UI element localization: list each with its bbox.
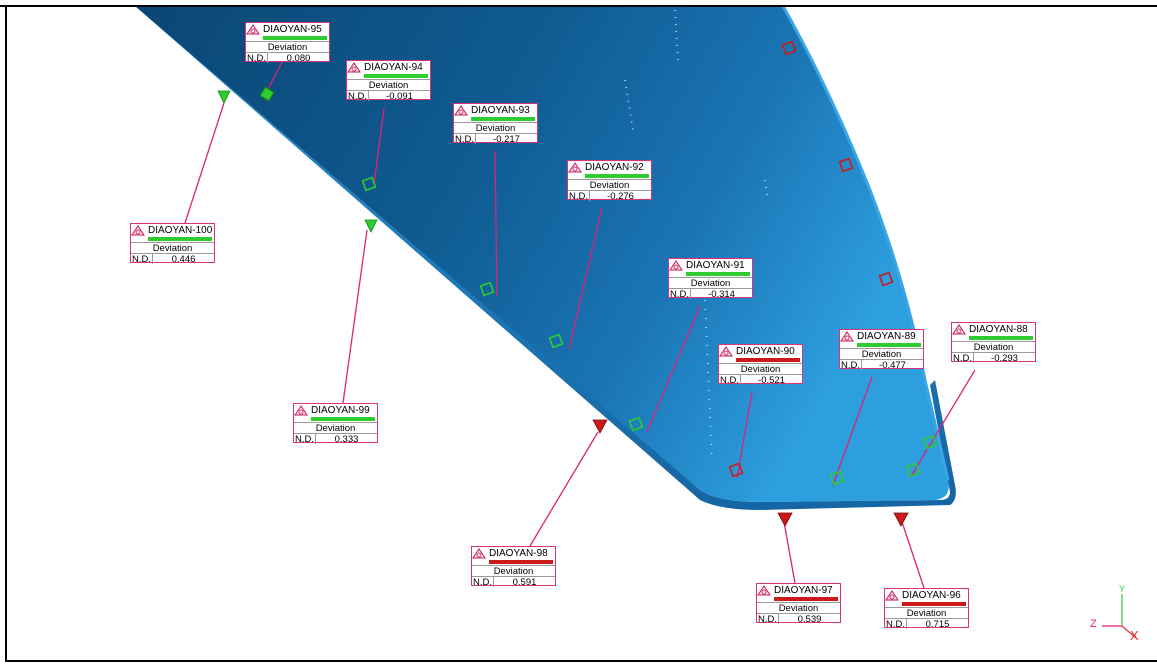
status-bar [364, 74, 428, 78]
axis-z-label: Z [1090, 618, 1097, 630]
measurement-label-diaoyan-97[interactable]: DIAOYAN-97 Deviation N.D. 0.539 [756, 583, 841, 625]
label-id: DIAOYAN-88 [969, 324, 1028, 335]
status-bar [774, 597, 838, 601]
label-id: DIAOYAN-95 [263, 24, 322, 35]
axis-x-label: X [1130, 628, 1139, 643]
measurement-label-diaoyan-89[interactable]: DIAOYAN-89 Deviation N.D. -0.477 [839, 329, 924, 371]
deviation-value: -0.217 [476, 133, 537, 145]
measurement-point-marker[interactable] [893, 512, 909, 527]
deviation-value: -0.293 [974, 352, 1035, 364]
leader-line [342, 229, 368, 404]
deviation-value: -0.477 [862, 359, 923, 371]
status-bar [585, 174, 649, 178]
status-bar [148, 237, 212, 241]
nd-label: N.D. [131, 253, 153, 265]
label-id: DIAOYAN-92 [585, 162, 644, 173]
label-id: DIAOYAN-100 [148, 225, 213, 236]
measurement-point-icon [131, 225, 145, 236]
label-id: DIAOYAN-96 [902, 590, 961, 601]
measurement-label-diaoyan-88[interactable]: DIAOYAN-88 Deviation N.D. -0.293 [951, 322, 1036, 364]
status-bar [857, 343, 921, 347]
nd-label: N.D. [454, 133, 476, 145]
label-id: DIAOYAN-90 [736, 346, 795, 357]
measurement-label-diaoyan-92[interactable]: DIAOYAN-92 Deviation N.D. -0.276 [567, 160, 652, 202]
part-surface [135, 6, 949, 502]
label-id: DIAOYAN-98 [489, 548, 548, 559]
status-bar [263, 36, 327, 40]
nd-label: N.D. [347, 90, 369, 102]
label-id: DIAOYAN-89 [857, 331, 916, 342]
deviation-value: 0.080 [268, 52, 329, 64]
measurement-label-diaoyan-95[interactable]: DIAOYAN-95 Deviation N.D. 0.080 [245, 22, 330, 64]
measurement-point-icon [454, 105, 468, 116]
measurement-label-diaoyan-100[interactable]: DIAOYAN-100 Deviation N.D. 0.446 [130, 223, 215, 265]
measurement-point-icon [840, 331, 854, 342]
measurement-label-diaoyan-93[interactable]: DIAOYAN-93 Deviation N.D. -0.217 [453, 103, 538, 145]
3d-viewport[interactable]: DIAOYAN-95 Deviation N.D. 0.080 DIAOYAN-… [0, 0, 1157, 666]
label-id: DIAOYAN-93 [471, 105, 530, 116]
deviation-value: 0.715 [907, 618, 968, 630]
leader-line [901, 521, 925, 589]
deviation-value: 0.333 [316, 433, 377, 445]
measurement-point-icon [294, 405, 308, 416]
axis-triad-icon: Y Z X [1088, 584, 1148, 646]
measurement-label-diaoyan-98[interactable]: DIAOYAN-98 Deviation N.D. 0.591 [471, 546, 556, 588]
measurement-point-icon [347, 62, 361, 73]
viewport-border-bottom [5, 660, 1157, 662]
measurement-label-diaoyan-94[interactable]: DIAOYAN-94 Deviation N.D. -0.091 [346, 60, 431, 102]
leader-line [783, 521, 796, 584]
nd-label: N.D. [568, 190, 590, 202]
status-bar [902, 602, 966, 606]
deviation-value: -0.521 [741, 374, 802, 386]
measurement-point-marker[interactable] [592, 419, 608, 434]
deviation-value: 0.539 [779, 613, 840, 625]
leader-line [529, 431, 599, 547]
measurement-point-icon [246, 24, 260, 35]
measurement-point-icon [885, 590, 899, 601]
nd-label: N.D. [669, 288, 691, 300]
deviation-value: 0.591 [494, 576, 555, 588]
status-bar [489, 560, 553, 564]
label-id: DIAOYAN-91 [686, 260, 745, 271]
measurement-point-icon [472, 548, 486, 559]
nd-label: N.D. [952, 352, 974, 364]
label-id: DIAOYAN-97 [774, 585, 833, 596]
label-id: DIAOYAN-94 [364, 62, 423, 73]
measurement-point-icon [952, 324, 966, 335]
measurement-point-marker[interactable] [217, 90, 231, 104]
measurement-label-diaoyan-91[interactable]: DIAOYAN-91 Deviation N.D. -0.314 [668, 258, 753, 300]
status-bar [311, 417, 375, 421]
nd-label: N.D. [757, 613, 779, 625]
measurement-label-diaoyan-96[interactable]: DIAOYAN-96 Deviation N.D. 0.715 [884, 588, 969, 630]
label-id: DIAOYAN-99 [311, 405, 370, 416]
nd-label: N.D. [719, 374, 741, 386]
measurement-label-diaoyan-90[interactable]: DIAOYAN-90 Deviation N.D. -0.521 [718, 344, 803, 386]
nd-label: N.D. [840, 359, 862, 371]
measurement-point-icon [757, 585, 771, 596]
measurement-point-icon [568, 162, 582, 173]
measurement-point-marker[interactable] [777, 512, 793, 527]
viewport-border-left [5, 5, 7, 661]
axis-y-label: Y [1119, 584, 1126, 594]
status-bar [969, 336, 1033, 340]
status-bar [686, 272, 750, 276]
deviation-value: 0.446 [153, 253, 214, 265]
nd-label: N.D. [472, 576, 494, 588]
viewport-border-top [0, 5, 1157, 7]
nd-label: N.D. [885, 618, 907, 630]
deviation-value: -0.091 [369, 90, 430, 102]
leader-line [184, 102, 225, 224]
measurement-point-icon [719, 346, 733, 357]
nd-label: N.D. [294, 433, 316, 445]
deviation-value: -0.314 [691, 288, 752, 300]
status-bar [736, 358, 800, 362]
status-bar [471, 117, 535, 121]
nd-label: N.D. [246, 52, 268, 64]
measurement-label-diaoyan-99[interactable]: DIAOYAN-99 Deviation N.D. 0.333 [293, 403, 378, 445]
measurement-point-icon [669, 260, 683, 271]
deviation-value: -0.276 [590, 190, 651, 202]
